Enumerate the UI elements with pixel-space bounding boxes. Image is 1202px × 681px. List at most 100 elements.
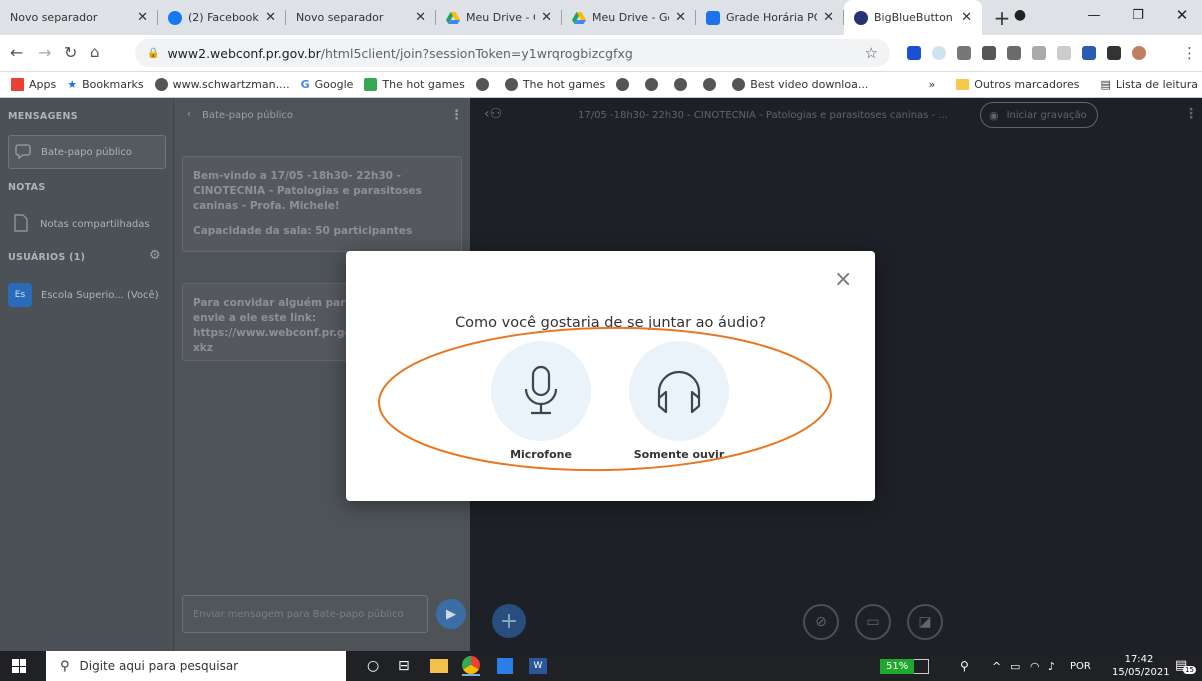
- browser-tab[interactable]: Novo separador ✕: [286, 0, 436, 35]
- close-tab-icon[interactable]: ✕: [137, 10, 148, 25]
- home-icon[interactable]: ⌂: [90, 43, 100, 61]
- avatar[interactable]: [1132, 46, 1146, 60]
- close-tab-icon[interactable]: ✕: [675, 10, 686, 25]
- volume-icon[interactable]: ♪: [1048, 656, 1055, 676]
- file-explorer-icon[interactable]: [430, 656, 448, 676]
- close-tab-icon[interactable]: ✕: [961, 10, 972, 25]
- word-icon[interactable]: W: [529, 656, 547, 676]
- browser-tab-active[interactable]: BigBlueButton - ✕: [844, 0, 982, 35]
- reload-icon[interactable]: ↻: [64, 43, 77, 62]
- bookmark-item[interactable]: [616, 78, 634, 91]
- tab-title: (2) Facebook: [188, 11, 259, 24]
- extension-icon[interactable]: [1032, 46, 1046, 60]
- globe-icon: [154, 78, 168, 91]
- wifi-icon[interactable]: ◠: [1030, 656, 1040, 676]
- bookmark-item[interactable]: ★ Bookmarks: [67, 78, 143, 91]
- bookmark-star-icon[interactable]: ☆: [865, 44, 878, 62]
- globe-icon: [616, 78, 630, 91]
- bookmarks-bar: Apps ★ Bookmarks www.schwartzman.... G Goo…: [0, 72, 1202, 98]
- send-button[interactable]: ▶: [436, 599, 466, 629]
- gear-icon[interactable]: ⚙: [149, 248, 161, 263]
- reading-list-button[interactable]: ▤ Lista de leitura: [1100, 78, 1198, 91]
- close-window-icon[interactable]: ✕: [1162, 0, 1202, 30]
- clock[interactable]: 17:42 15/05/2021: [1112, 653, 1170, 679]
- browser-tab[interactable]: Meu Drive - Goo ✕: [562, 0, 696, 35]
- users-heading: USUÁRIOS (1): [8, 252, 86, 263]
- extension-icon[interactable]: [957, 46, 971, 60]
- taskbar-search[interactable]: ⚲ Digite aqui para pesquisar: [46, 651, 346, 681]
- options-icon[interactable]: ⋮: [1184, 106, 1198, 122]
- globe-icon: [475, 78, 489, 91]
- bookmark-item[interactable]: [645, 78, 663, 91]
- close-tab-icon[interactable]: ✕: [265, 10, 276, 25]
- battery-icon[interactable]: ▭: [1010, 656, 1020, 676]
- browser-tab[interactable]: (2) Facebook ✕: [158, 0, 286, 35]
- audio-button[interactable]: ⊘: [803, 604, 839, 640]
- public-chat-item[interactable]: Bate-papo público: [8, 135, 166, 169]
- document-icon: [14, 213, 28, 235]
- room-capacity-text: Capacidade da sala: 50 participantes: [193, 225, 413, 237]
- chrome-icon[interactable]: [462, 656, 480, 676]
- extension-icon[interactable]: [1007, 46, 1021, 60]
- profile-icon[interactable]: ●: [1000, 0, 1040, 30]
- record-button[interactable]: ◉ Iniciar gravação: [980, 102, 1098, 128]
- restore-icon[interactable]: ❐: [1118, 0, 1158, 30]
- forward-icon[interactable]: →: [38, 43, 51, 62]
- bookmark-item[interactable]: Apps: [11, 78, 56, 91]
- menu-dots-icon[interactable]: ⋮: [1182, 44, 1197, 62]
- shared-notes-item[interactable]: Notas compartilhadas: [8, 207, 166, 241]
- browser-tab[interactable]: Grade Horária PC ✕: [696, 0, 844, 35]
- battery-indicator[interactable]: 51%: [880, 658, 930, 674]
- globe-icon: [645, 78, 659, 91]
- chat-options-icon[interactable]: ⋮: [450, 108, 463, 123]
- game-icon: [364, 78, 378, 91]
- chevron-up-icon[interactable]: ^: [992, 656, 1001, 676]
- address-bar[interactable]: 🔒 www2.webconf.pr.gov.br/html5client/joi…: [135, 39, 890, 67]
- extension-icon[interactable]: [1082, 46, 1096, 60]
- annotation-ellipse: [378, 326, 832, 472]
- bookmark-item[interactable]: www.schwartzman....: [154, 78, 290, 91]
- public-chat-label: Bate-papo público: [41, 146, 132, 158]
- other-bookmarks-folder[interactable]: Outros marcadores: [956, 78, 1079, 91]
- minimize-icon[interactable]: —: [1074, 0, 1114, 30]
- browser-tab[interactable]: Novo separador ✕: [0, 0, 158, 35]
- google-icon: G: [300, 78, 310, 91]
- bookmarks-more-button[interactable]: »: [929, 78, 936, 91]
- google-drive-icon: [446, 11, 460, 25]
- bookmark-item[interactable]: [674, 78, 692, 91]
- close-tab-icon[interactable]: ✕: [823, 10, 834, 25]
- lock-icon: 🔒: [147, 47, 160, 59]
- app-icon[interactable]: [497, 656, 513, 676]
- bookmark-label: The hot games: [522, 78, 606, 91]
- camera-button[interactable]: ▭: [855, 604, 891, 640]
- bookmark-item[interactable]: [703, 78, 721, 91]
- cortana-icon[interactable]: ○: [367, 656, 379, 676]
- bookmark-item[interactable]: The hot games: [504, 78, 606, 91]
- bookmark-item[interactable]: [475, 78, 494, 91]
- url-path: /html5client/join?sessionToken=y1wrqrogb…: [320, 45, 633, 61]
- back-icon[interactable]: ←: [10, 43, 23, 62]
- task-view-icon[interactable]: ⊟: [398, 656, 410, 676]
- close-tab-icon[interactable]: ✕: [415, 10, 426, 25]
- user-list-toggle-icon[interactable]: ‹⚇: [484, 106, 502, 122]
- screenshare-button[interactable]: ◪: [907, 604, 943, 640]
- extension-icon[interactable]: [932, 46, 946, 60]
- bookmark-item[interactable]: G Google: [301, 78, 354, 91]
- actions-plus-button[interactable]: +: [492, 604, 526, 638]
- bookmark-item[interactable]: The hot games: [364, 78, 465, 91]
- extension-icon[interactable]: [982, 46, 996, 60]
- close-tab-icon[interactable]: ✕: [541, 10, 552, 25]
- people-icon[interactable]: ⚲: [960, 656, 969, 676]
- extension-icon[interactable]: [1057, 46, 1071, 60]
- close-icon[interactable]: ×: [834, 269, 852, 291]
- browser-tab[interactable]: Meu Drive - Goo ✕: [436, 0, 562, 35]
- bookmark-item[interactable]: Best video downloa...: [732, 78, 868, 91]
- windows-start-icon[interactable]: [12, 659, 26, 673]
- language-indicator[interactable]: POR: [1070, 656, 1091, 676]
- user-list-item[interactable]: Es Escola Superio... (Você): [8, 278, 166, 312]
- puzzle-icon[interactable]: [1107, 46, 1121, 60]
- extension-icon[interactable]: [907, 46, 921, 60]
- reading-list-icon: ▤: [1100, 78, 1111, 91]
- chevron-left-icon[interactable]: ‹: [187, 109, 191, 120]
- chat-input[interactable]: Enviar mensagem para Bate-papo público: [182, 595, 428, 633]
